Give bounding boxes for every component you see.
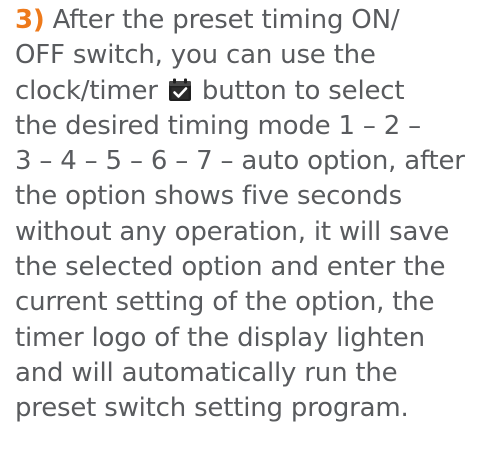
line-3-text-a: clock/timer	[15, 75, 158, 106]
line-3-text-b: button to select	[193, 75, 405, 106]
line-10: timer logo of the display lighten	[15, 322, 425, 353]
line-4: the desired timing mode 1 – 2 –	[15, 110, 421, 141]
instruction-step-3: 3) After the preset timing ON/ OFF switc…	[15, 3, 485, 427]
line-12: preset switch setting program.	[15, 393, 409, 424]
line-2: OFF switch, you can use the	[15, 40, 376, 71]
line-3: clock/timer button to select	[15, 74, 485, 109]
line-11: and will automatically run the	[15, 357, 398, 388]
line-9: current setting of the option, the	[15, 287, 435, 318]
step-number: 3)	[15, 5, 45, 35]
line-6: the option shows five seconds	[15, 181, 402, 212]
line-8: the selected option and enter the	[15, 252, 446, 283]
line-1: 3) After the preset timing ON/	[15, 3, 485, 38]
line-5: 3 – 4 – 5 – 6 – 7 – auto option, after	[15, 146, 465, 177]
clock-timer-icon	[168, 77, 192, 101]
line-1-text: After the preset timing ON/	[44, 5, 400, 35]
line-7: without any operation, it will save	[15, 216, 450, 247]
